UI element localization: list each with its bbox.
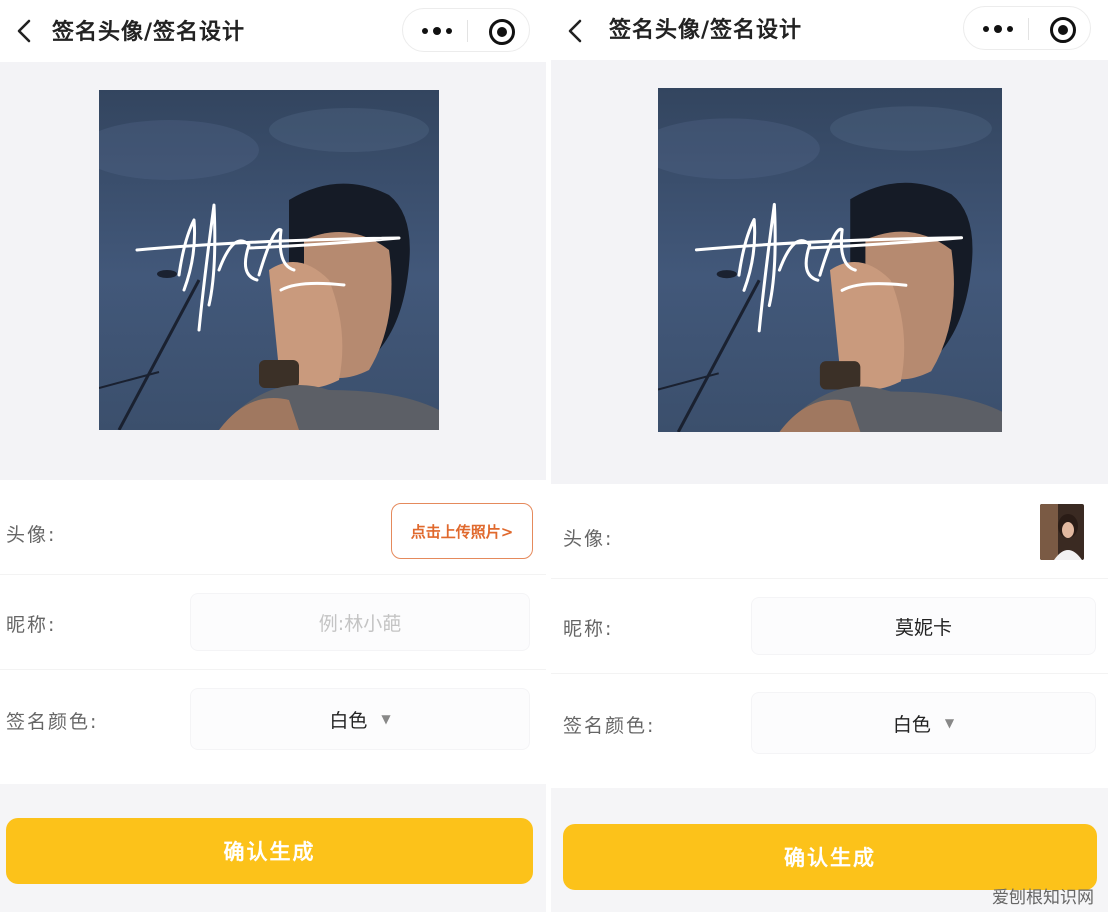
dropdown-caret-icon: ▼ [381,712,391,726]
avatar-label: 头像: [563,528,614,550]
nickname-row: 昵称: 例:林小葩 [0,575,546,669]
more-dots-icon[interactable] [978,13,1018,45]
back-arrow-icon[interactable] [563,18,589,44]
signature-color-select[interactable]: 白色 ▼ [751,692,1096,754]
upload-photo-button[interactable]: 点击上传照片> [391,503,533,559]
mini-program-capsule [963,6,1091,50]
site-watermark: 爱刨根知识网 [992,888,1094,908]
signature-color-label: 签名颜色: [6,711,99,733]
nickname-label: 昵称: [6,614,57,636]
preview-area [0,62,546,480]
nickname-input[interactable]: 例:林小葩 [190,593,530,651]
nav-bar: 签名头像/签名设计 [0,0,546,62]
target-circle-icon[interactable] [1050,17,1076,43]
nickname-input[interactable]: 莫妮卡 [751,597,1096,655]
nav-bar: 签名头像/签名设计 [551,0,1108,60]
dropdown-caret-icon: ▼ [944,716,955,730]
signature-form: 头像: 昵称: 莫妮卡 签名颜色: 白色 ▼ [551,484,1108,788]
capsule-divider [467,20,468,42]
mini-program-capsule [402,8,530,52]
target-circle-icon[interactable] [489,19,515,45]
confirm-generate-button[interactable]: 确认生成 [6,818,533,884]
screen-before-upload: 签名头像/签名设计 头像: 点击上传照片> 昵称: 例:林小葩 签名颜色: 白色… [0,0,546,912]
page-title: 签名头像/签名设计 [609,18,803,43]
color-row: 签名颜色: 白色 ▼ [551,674,1108,784]
signature-form: 头像: 点击上传照片> 昵称: 例:林小葩 签名颜色: 白色 ▼ [0,480,546,784]
screen-after-upload: 签名头像/签名设计 头像: 昵称: 莫妮卡 签名颜色: 白色 ▼ 确认生成 [551,0,1108,912]
nickname-value: 莫妮卡 [894,616,952,639]
capsule-divider [1028,18,1029,40]
avatar-label: 头像: [6,524,57,546]
signature-color-select[interactable]: 白色 ▼ [190,688,530,750]
color-row: 签名颜色: 白色 ▼ [0,670,546,780]
confirm-generate-button[interactable]: 确认生成 [563,824,1097,890]
avatar-thumbnail[interactable] [1040,504,1084,560]
more-dots-icon[interactable] [417,15,457,47]
signature-color-value: 白色 [892,713,931,736]
nickname-label: 昵称: [563,618,614,640]
avatar-row: 头像: 点击上传照片> [0,480,546,574]
page-title: 签名头像/签名设计 [52,20,246,45]
signature-preview-image [658,88,1002,432]
back-arrow-icon[interactable] [12,18,38,44]
signature-color-label: 签名颜色: [563,715,656,737]
signature-color-value: 白色 [329,709,368,732]
nickname-row: 昵称: 莫妮卡 [551,579,1108,673]
preview-area [551,60,1108,484]
nickname-placeholder: 例:林小葩 [318,612,402,635]
avatar-row: 头像: [551,484,1108,578]
signature-preview-image [99,90,439,430]
